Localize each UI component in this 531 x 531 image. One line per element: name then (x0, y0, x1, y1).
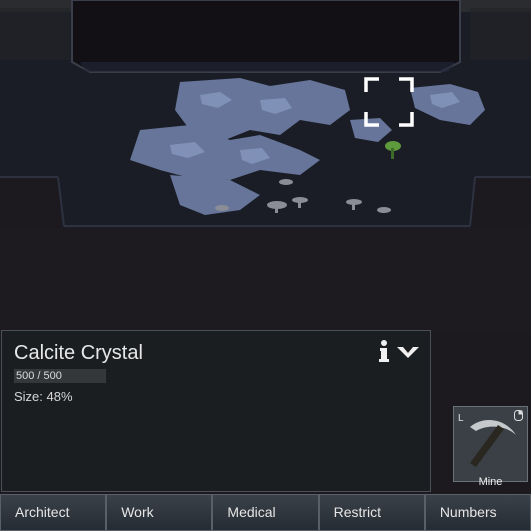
tab-medical[interactable]: Medical (212, 494, 319, 531)
inspect-panel: Calcite Crystal 500 / 500 Size: 48% (1, 330, 431, 492)
mine-label: Mine (478, 476, 503, 488)
tab-restrict[interactable]: Restrict (318, 494, 425, 531)
pickaxe-icon (470, 420, 516, 467)
tab-architect[interactable]: Architect (0, 494, 107, 531)
main-tab-bar: Architect Work Medical Restrict Numbers (0, 494, 531, 531)
game-view[interactable]: Calcite Crystal 500 / 500 Size: 48% L Mi… (0, 0, 531, 531)
mine-button[interactable]: L Mine (453, 406, 528, 488)
hit-points-bar: 500 / 500 (14, 369, 106, 383)
inspect-title: Calcite Crystal (14, 342, 143, 364)
size-readout: Size: 48% (14, 389, 73, 404)
info-icon[interactable] (376, 339, 392, 363)
hit-points-text: 500 / 500 (16, 370, 62, 382)
tab-numbers[interactable]: Numbers (424, 494, 531, 531)
mine-hotkey-label: L (458, 413, 464, 424)
tab-work[interactable]: Work (106, 494, 213, 531)
select-next-arrow-icon[interactable] (396, 345, 420, 359)
